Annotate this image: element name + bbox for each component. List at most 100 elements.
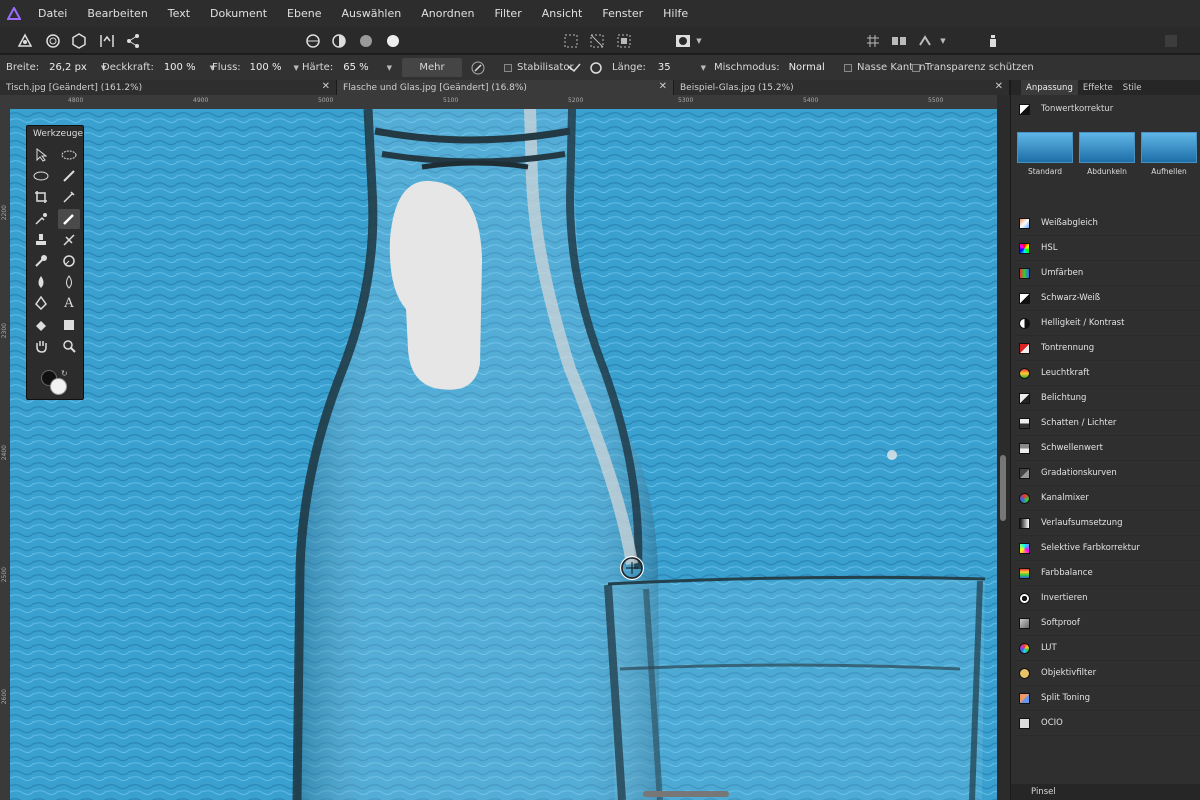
freehand-selection-icon[interactable] [58,145,80,165]
adjustment-hsl[interactable]: HSL [1015,236,1200,261]
adjustment-tontrennung[interactable]: Tontrennung [1015,336,1200,361]
liquify-persona-icon[interactable] [42,30,64,51]
brush-width-control[interactable]: Breite: 26,2 px ▼ [6,55,106,80]
adjustment-verlaufsumsetzung[interactable]: Verlaufsumsetzung [1015,511,1200,536]
blend-mode-value[interactable]: Normal [789,62,825,73]
healing-brush-icon[interactable] [58,230,80,250]
adjustment-ocio[interactable]: OCIO [1015,711,1200,736]
selection-brush-icon[interactable] [58,166,80,186]
menu-filter[interactable]: Filter [484,7,531,20]
hardness-control[interactable]: Härte: 65 % ▼ [302,55,392,80]
protect-alpha-checkbox[interactable]: Transparenz schützen [912,55,1034,80]
menu-hilfe[interactable]: Hilfe [653,7,698,20]
stabilizer-length-control[interactable]: Länge: 35 ▼ [612,55,706,80]
adjustment-schwellenwert[interactable]: Schwellenwert [1015,436,1200,461]
hardness-value[interactable]: 65 % [343,62,368,73]
adjustment-schatten-lichter[interactable]: Schatten / Lichter [1015,411,1200,436]
menu-text[interactable]: Text [158,7,200,20]
align-icon[interactable] [888,30,910,51]
pen-tool-icon[interactable] [30,293,52,313]
preset-aufhellen-thumbnail[interactable] [1141,132,1197,163]
swap-colors-icon[interactable]: ↻ [61,369,68,378]
quick-mask-icon[interactable] [672,30,694,51]
text-tool-icon[interactable]: A [58,293,80,313]
photo-persona-icon[interactable] [14,30,36,51]
vertical-scrollbar[interactable] [1000,455,1006,521]
deselect-icon[interactable] [586,30,608,51]
move-tool-icon[interactable] [30,145,52,165]
assistant-icon[interactable] [982,30,1004,51]
tab-flasche-und-glas[interactable]: Flasche und Glas.jpg [Geändert] (16.8%) … [337,80,674,95]
chevron-down-icon[interactable]: ▼ [387,64,392,72]
adjustment-gradationskurven[interactable]: Gradationskurven [1015,461,1200,486]
export-persona-icon[interactable] [122,30,144,51]
horizontal-scrollbar[interactable] [643,791,729,797]
adjustment-leuchtkraft[interactable]: Leuchtkraft [1015,361,1200,386]
adjustment-helligkeit-kontrast[interactable]: Helligkeit / Kontrast [1015,311,1200,336]
opacity-value[interactable]: 100 % [164,62,196,73]
close-icon[interactable]: ✕ [659,81,667,92]
menu-auswaehlen[interactable]: Auswählen [331,7,411,20]
window-control-icon[interactable] [1160,30,1182,51]
select-all-icon[interactable] [560,30,582,51]
tab-tisch[interactable]: Tisch.jpg [Geändert] (161.2%) ✕ [0,80,337,95]
preset-standard-thumbnail[interactable] [1017,132,1073,163]
adjustment-farbbalance[interactable]: Farbbalance [1015,561,1200,586]
blend-mode-control[interactable]: Mischmodus: Normal ▼ [714,55,850,80]
tonwertkorrektur-header[interactable]: Tonwertkorrektur [1015,100,1200,118]
checkbox-icon[interactable] [844,63,852,72]
adjustment-split-toning[interactable]: Split Toning [1015,686,1200,711]
adjustment-belichtung[interactable]: Belichtung [1015,386,1200,411]
tab-beispiel-glas[interactable]: Beispiel-Glas.jpg (15.2%) ✕ [674,80,1010,95]
hand-tool-icon[interactable] [30,336,52,356]
fill-tool-icon[interactable] [30,315,52,335]
vertical-scrollbar-track[interactable] [997,95,1010,800]
menu-ansicht[interactable]: Ansicht [532,7,593,20]
checkbox-icon[interactable] [912,63,920,72]
brush-width-value[interactable]: 26,2 px [49,62,87,73]
menu-anordnen[interactable]: Anordnen [411,7,484,20]
stabilizer-checkbox[interactable]: Stabilisator [504,55,574,80]
auto-white-balance-icon[interactable] [382,30,404,51]
zoom-tool-icon[interactable] [58,336,80,356]
length-value[interactable]: 35 [658,62,671,73]
affinity-logo-icon[interactable] [0,0,28,27]
auto-levels-icon[interactable] [302,30,324,51]
rectangle-tool-icon[interactable] [58,315,80,335]
paint-brush-tool-icon[interactable] [58,209,80,229]
brush-panel-header[interactable]: Pinsel [1011,784,1200,800]
adjustment-umfaerben[interactable]: Umfärben [1015,261,1200,286]
clone-stamp-icon[interactable] [30,230,52,250]
secondary-color-swatch[interactable] [50,378,67,395]
adjustment-schwarz-weiss[interactable]: Schwarz-Weiß [1015,286,1200,311]
menu-dokument[interactable]: Dokument [200,7,277,20]
develop-persona-icon[interactable] [68,30,90,51]
window-mode-icon[interactable] [589,55,603,80]
blur-brush-icon[interactable] [30,272,52,292]
adjustment-selektive-farbkorrektur[interactable]: Selektive Farbkorrektur [1015,536,1200,561]
close-icon[interactable]: ✕ [322,81,330,92]
red-eye-icon[interactable] [30,251,52,271]
document-canvas[interactable] [10,109,997,800]
close-icon[interactable]: ✕ [995,81,1003,92]
chevron-down-icon[interactable]: ▼ [293,64,298,72]
flow-value[interactable]: 100 % [250,62,282,73]
tone-mapping-persona-icon[interactable] [96,30,118,51]
more-button[interactable]: Mehr [402,58,462,77]
preset-abdunkeln-thumbnail[interactable] [1079,132,1135,163]
menu-fenster[interactable]: Fenster [592,7,653,20]
tab-stile[interactable]: Stile [1118,83,1147,93]
adjustment-invertieren[interactable]: Invertieren [1015,586,1200,611]
snapping-magnet-icon[interactable] [914,30,936,51]
auto-colors-icon[interactable] [355,30,377,51]
menu-ebene[interactable]: Ebene [277,7,331,20]
tab-anpassung[interactable]: Anpassung [1021,80,1078,95]
flow-control[interactable]: Fluss: 100 % ▼ [212,55,299,80]
opacity-control[interactable]: Deckkraft: 100 % ▼ [102,55,215,80]
rope-mode-icon[interactable] [566,55,582,80]
auto-contrast-icon[interactable] [328,30,350,51]
menu-datei[interactable]: Datei [28,7,77,20]
lasso-tool-icon[interactable] [30,166,52,186]
invert-selection-icon[interactable] [613,30,635,51]
chevron-down-icon[interactable]: ▼ [701,64,706,72]
